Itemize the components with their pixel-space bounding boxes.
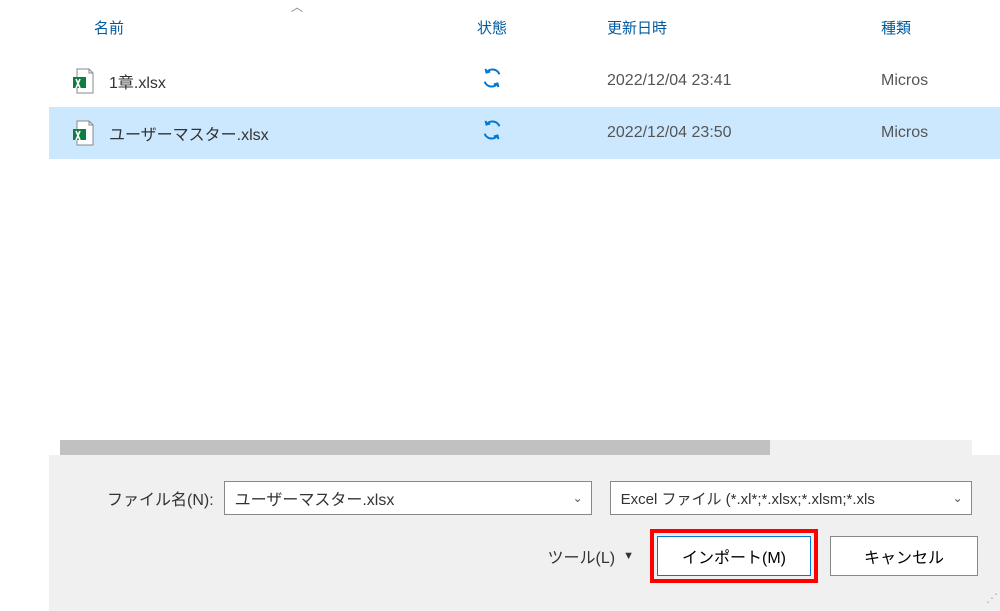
filename-input[interactable]: ユーザーマスター.xlsx ⌄ (224, 481, 592, 515)
filename-row: ファイル名(N): ユーザーマスター.xlsx ⌄ Excel ファイル (*.… (67, 481, 982, 515)
chevron-down-icon[interactable]: ⌄ (953, 491, 963, 505)
horizontal-scrollbar[interactable] (60, 440, 972, 455)
tools-dropdown[interactable]: ツール(L) ▼ (548, 544, 634, 568)
file-type: Micros (857, 124, 967, 142)
sort-indicator-icon: ︿ (291, 0, 303, 15)
sync-icon (481, 119, 503, 147)
triangle-down-icon: ▼ (623, 550, 634, 562)
file-status-cell (477, 67, 607, 95)
sync-icon (481, 67, 503, 95)
column-header-type[interactable]: 種類 (857, 17, 967, 38)
chevron-down-icon[interactable]: ⌄ (573, 491, 583, 505)
file-list: 名前 ︿ 状態 更新日時 種類 1章.xlsx 2022/12/04 23:41… (49, 0, 1000, 440)
file-row[interactable]: 1章.xlsx 2022/12/04 23:41 Micros (49, 55, 1000, 107)
file-type: Micros (857, 72, 967, 90)
filetype-select[interactable]: Excel ファイル (*.xl*;*.xlsx;*.xlsm;*.xls ⌄ (610, 481, 972, 515)
filename-label: ファイル名(N): (107, 486, 214, 510)
filename-value: ユーザーマスター.xlsx (235, 486, 395, 510)
file-date: 2022/12/04 23:50 (607, 124, 857, 142)
highlight-box: インポート(M) (650, 529, 818, 583)
column-header-row: 名前 ︿ 状態 更新日時 種類 (49, 0, 1000, 55)
file-status-cell (477, 119, 607, 147)
file-row[interactable]: ユーザーマスター.xlsx 2022/12/04 23:50 Micros (49, 107, 1000, 159)
file-name: ユーザーマスター.xlsx (109, 121, 269, 145)
column-header-date[interactable]: 更新日時 (607, 17, 857, 38)
buttons-row: ツール(L) ▼ インポート(M) キャンセル (67, 529, 982, 583)
file-name-cell: 1章.xlsx (49, 68, 477, 94)
excel-file-icon (71, 68, 95, 94)
cancel-button[interactable]: キャンセル (830, 536, 978, 576)
tools-label-text: ツール(L) (548, 544, 616, 568)
column-header-name[interactable]: 名前 (49, 17, 477, 38)
import-button[interactable]: インポート(M) (657, 536, 811, 576)
bottom-panel: ファイル名(N): ユーザーマスター.xlsx ⌄ Excel ファイル (*.… (49, 455, 1000, 611)
file-name-cell: ユーザーマスター.xlsx (49, 120, 477, 146)
excel-file-icon (71, 120, 95, 146)
column-header-status[interactable]: 状態 (477, 17, 607, 38)
file-name: 1章.xlsx (109, 69, 166, 93)
filetype-value: Excel ファイル (*.xl*;*.xlsx;*.xlsm;*.xls (621, 488, 875, 509)
resize-grip-icon[interactable]: ⋰ (984, 595, 998, 609)
file-date: 2022/12/04 23:41 (607, 72, 857, 90)
scrollbar-thumb[interactable] (60, 440, 770, 455)
